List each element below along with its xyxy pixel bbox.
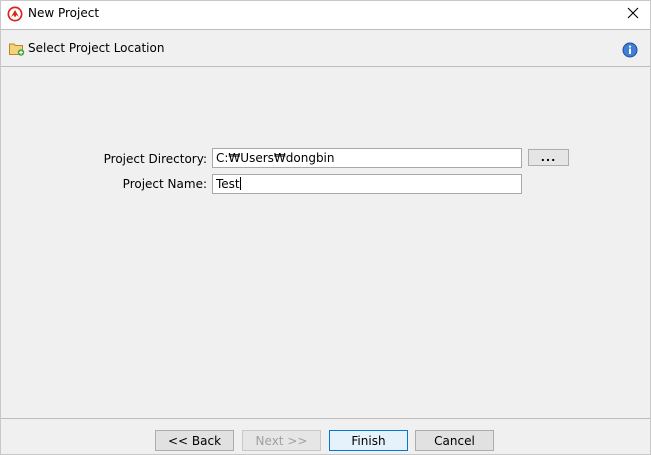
next-button[interactable]: Next >>: [242, 430, 321, 451]
folder-add-icon: [9, 42, 25, 56]
close-icon: [627, 7, 639, 22]
window-title: New Project: [28, 6, 100, 20]
close-button[interactable]: [616, 1, 650, 28]
project-name-label: Project Name:: [122, 177, 207, 191]
new-project-dialog: New Project Select Project Location Proj…: [0, 0, 651, 455]
title-bar: New Project: [1, 1, 650, 28]
project-directory-label: Project Directory:: [103, 152, 207, 166]
finish-button[interactable]: Finish: [329, 430, 408, 451]
wizard-footer: << Back Next >> Finish Cancel: [1, 418, 650, 454]
info-icon: [622, 42, 638, 58]
text-cursor: [239, 177, 241, 190]
wizard-content: Project Directory: C:₩Users₩dongbin ... …: [1, 67, 650, 418]
back-button[interactable]: << Back: [155, 430, 234, 451]
project-name-field[interactable]: Test: [212, 174, 522, 194]
cancel-button[interactable]: Cancel: [415, 430, 494, 451]
app-logo-icon: [7, 6, 23, 22]
wizard-header: Select Project Location: [1, 29, 650, 67]
browse-button[interactable]: ...: [528, 149, 569, 166]
project-name-value: Test: [216, 177, 240, 191]
page-title: Select Project Location: [28, 41, 165, 55]
project-directory-field[interactable]: C:₩Users₩dongbin: [212, 148, 522, 168]
